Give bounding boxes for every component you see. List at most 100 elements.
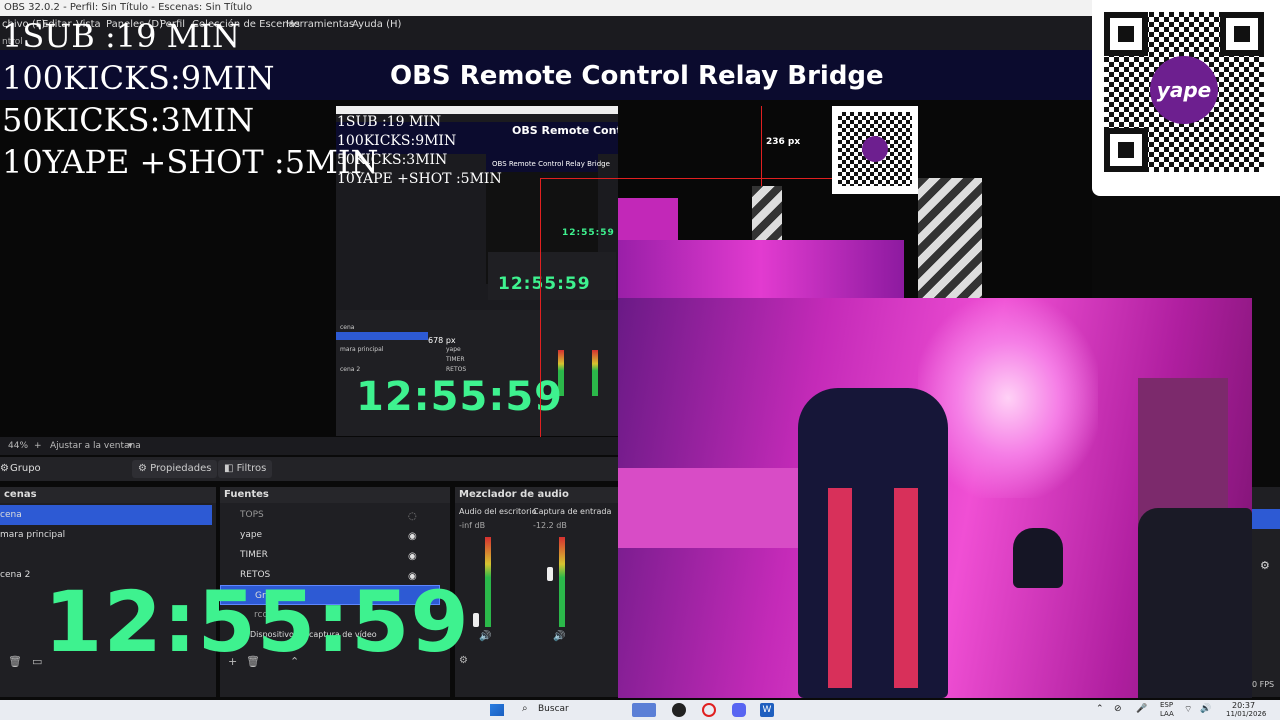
filters-button[interactable]: ◧ Filtros (218, 460, 273, 478)
banner-title: OBS Remote Control Relay Bridge (390, 61, 884, 91)
nested-source-1: yape (446, 346, 461, 353)
eye-icon[interactable]: ◉ (408, 551, 417, 562)
recursive-cam-tile-2 (618, 240, 904, 298)
nested-titlebar (336, 106, 618, 114)
controls-dock-edge: ⚙ (1252, 487, 1280, 697)
eye-icon[interactable]: ◉ (408, 531, 417, 542)
volume-slider-input[interactable] (547, 567, 553, 581)
clock-date[interactable]: 11/01/2026 (1226, 710, 1266, 718)
nested-scene-3: cena 2 (340, 366, 361, 373)
sources-header: Fuentes (220, 487, 450, 503)
audio-meter-input (559, 537, 565, 627)
overlay-line-4: 10YAPE +SHOT :5MIN (2, 143, 379, 181)
nested-dim-left: 678 px (428, 336, 456, 345)
mixer-header: Mezclador de audio (455, 487, 618, 503)
scene-item[interactable]: cena 2 (0, 565, 30, 585)
nested-overlay-1: 1SUB :19 MIN (337, 114, 442, 130)
source-item[interactable]: TIMER (240, 545, 268, 565)
volume-icon[interactable]: 🔊 (1200, 704, 1211, 714)
overlay-line-1: 1SUB :19 MIN (2, 17, 241, 55)
network-icon[interactable]: ⊘ (1114, 704, 1122, 714)
zoom-bar: 44% + Ajustar a la ventana ▾ (0, 437, 618, 455)
nested-timer-preview: 12:55:59 (356, 374, 563, 420)
overlay-line-3: 50KICKS:3MIN (2, 101, 255, 139)
gaming-chair (798, 388, 948, 698)
search-icon[interactable]: ⌕ (522, 703, 528, 714)
windows-start-icon[interactable] (490, 704, 504, 716)
audio-meter-desktop (485, 537, 491, 627)
obs-icon[interactable] (672, 703, 686, 717)
gear-icon[interactable]: ⚙ (1260, 559, 1270, 572)
source-item[interactable]: yape (240, 525, 262, 545)
nested-timer-small: 12:55:59 (562, 228, 615, 238)
properties-label: Propiedades (150, 463, 212, 474)
yape-qr-code: yape (1092, 0, 1280, 196)
wifi-icon[interactable]: ⌔ (1184, 704, 1192, 715)
gear-icon: ⚙ (0, 463, 9, 474)
nested-scene-selected (336, 332, 428, 340)
nested-scene-2: mara principal (340, 346, 384, 353)
suitcase (1138, 508, 1252, 698)
app-icon[interactable] (632, 703, 656, 717)
group-label: Grupo (10, 463, 41, 474)
audio-mixer-dock: Mezclador de audio Audio del escritorio … (455, 487, 618, 697)
volume-slider-desktop[interactable] (473, 613, 479, 627)
trash-icon[interactable]: 🗑 (8, 655, 22, 668)
chevron-up-icon[interactable]: ⌃ (1096, 704, 1104, 714)
channel-name: Captura de entrada (533, 507, 612, 516)
opera-icon[interactable] (702, 703, 716, 717)
nested-timer-mid: 12:55:59 (498, 274, 591, 294)
eye-hidden-icon[interactable]: ◌ (408, 511, 417, 522)
menu-tools[interactable]: Herramientas (286, 16, 354, 34)
timer-display: 12:55:59 (44, 573, 470, 671)
channel-db: -inf dB (459, 521, 486, 530)
transparency-stripes-small (752, 186, 782, 242)
nested-overlay-3: 50KICKS:3MIN (337, 152, 448, 168)
properties-button[interactable]: ⚙ Propiedades (132, 460, 218, 478)
taskbar-search[interactable]: Buscar (538, 704, 569, 714)
speaker-icon[interactable]: 🔊 (553, 631, 565, 642)
recursive-cam-tile-1 (618, 198, 678, 240)
scenes-header: cenas (0, 487, 216, 503)
cat (1013, 528, 1063, 588)
menu-help[interactable]: Ayuda (H) (352, 16, 401, 34)
scene-item[interactable]: mara principal (0, 525, 65, 545)
chair-stripe (894, 488, 918, 688)
word-icon[interactable]: W (760, 703, 774, 717)
nested-inner-title: OBS Remote Control Relay Bridge (492, 160, 610, 168)
nested-source-3: RETOS (446, 366, 467, 373)
overlay-line-2: 100KICKS:9MIN (2, 59, 275, 97)
scene-filter-icon[interactable]: ▭ (32, 655, 42, 668)
discord-icon[interactable] (732, 703, 746, 717)
nested-overlay-2: 100KICKS:9MIN (337, 133, 457, 149)
channel-name: Audio del escritorio (459, 507, 537, 516)
nested-scene-1: cena (340, 324, 355, 331)
zoom-in-button[interactable]: + (34, 437, 42, 455)
language-bottom[interactable]: LAA (1160, 710, 1174, 718)
nested-docks: cena mara principal cena 2 yape TIMER RE… (336, 310, 618, 436)
bed (618, 468, 818, 548)
nested-meter-2 (592, 350, 598, 396)
channel-db: -12.2 dB (533, 521, 567, 530)
webcam-feed (618, 298, 1252, 698)
filters-label: Filtros (236, 463, 267, 474)
chevron-down-icon[interactable]: ▾ (128, 437, 133, 455)
guide-line-left (540, 178, 541, 438)
scene-item[interactable]: cena (0, 505, 212, 525)
start-stream-button[interactable] (1252, 509, 1280, 529)
zoom-value[interactable]: 44% (8, 437, 28, 455)
chair-stripe (828, 488, 852, 688)
taskbar: ⌕ Buscar W ⌃ ⊘ 🎤 ESP LAA ⌔ 🔊 20:37 11/01… (0, 700, 1280, 720)
guide-line-vertical (761, 106, 762, 186)
transparency-stripes-large (918, 178, 982, 298)
nested-qr-code (832, 106, 918, 194)
speaker-icon[interactable]: 🔊 (479, 631, 491, 642)
clock-time[interactable]: 20:37 (1232, 701, 1255, 710)
language-top[interactable]: ESP (1160, 701, 1173, 709)
dim-label-top: 236 px (766, 137, 801, 147)
microphone-icon[interactable]: 🎤 (1136, 704, 1147, 714)
nested-banner-title: OBS Remote Control Relay Bridge (512, 124, 618, 137)
source-item[interactable]: TOPS (240, 505, 264, 525)
fps-indicator: 0 FPS (1252, 680, 1275, 689)
nested-overlay-4: 10YAPE +SHOT :5MIN (337, 171, 502, 187)
